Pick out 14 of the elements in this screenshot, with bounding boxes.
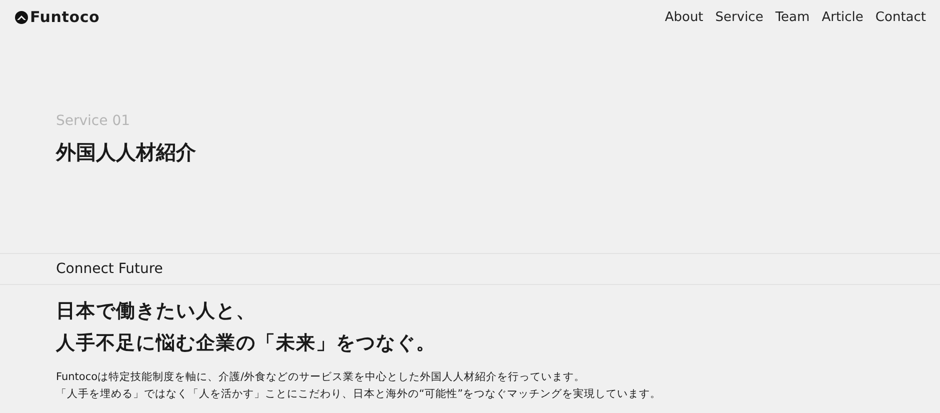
nav-link[interactable]: About [664, 10, 704, 24]
page-title: 外国人人材紹介 [56, 139, 197, 166]
nav-link[interactable]: Service [715, 10, 764, 24]
logo-icon [15, 10, 28, 24]
nav-link[interactable]: Team [775, 10, 810, 24]
nav-link[interactable]: Article [822, 10, 864, 24]
body-text: 「人手を埋める」ではなく「人を活かす」ことにこだわり、日本と海外の“可能性”をつなぐマッチングを実現しています。 [56, 387, 662, 402]
nav-link[interactable]: Contact [875, 10, 926, 24]
headline: 人手不足に悩む企業の「未来」をつなぐ。 [56, 331, 437, 356]
eyebrow: Service 01 [56, 113, 132, 129]
body-text: Funtocoは特定技能制度を軸に、介護/外食などのサービス業を中心とした外国人人材紹介を行っています。 [56, 370, 586, 385]
logo-text[interactable]: Funtoco [30, 8, 100, 26]
section-label: Connect Future [56, 261, 163, 277]
headline: 日本で働きたい人と、 [56, 299, 257, 324]
